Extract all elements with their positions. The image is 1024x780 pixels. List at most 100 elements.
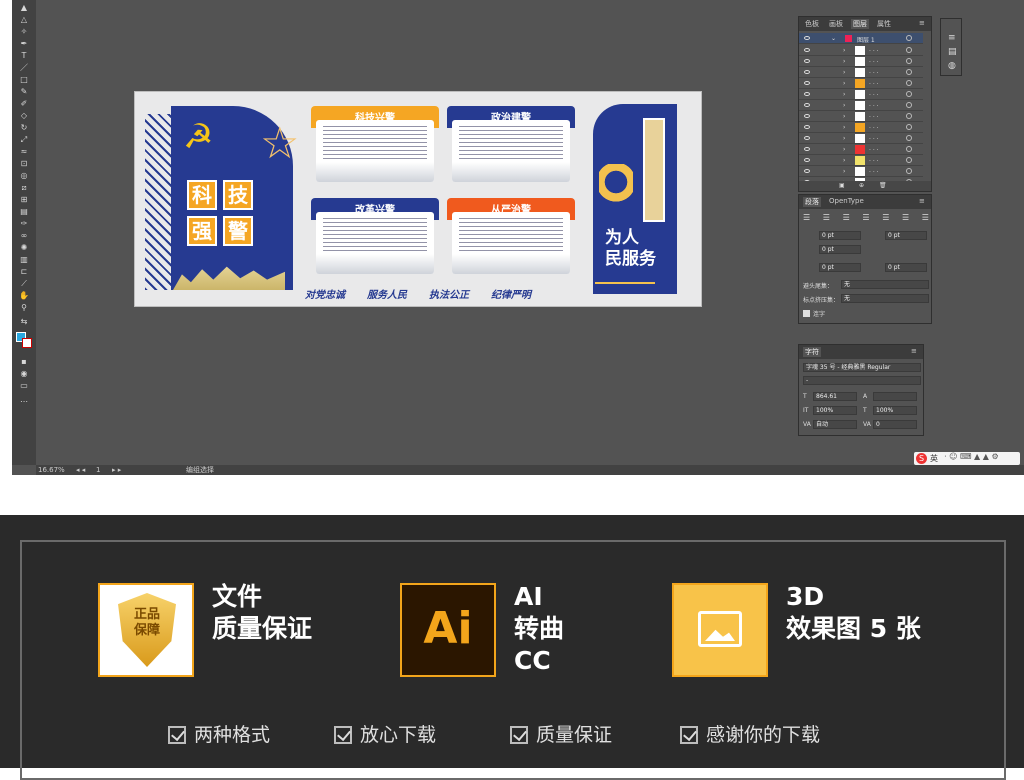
direct-selection-tool-icon[interactable]: △ bbox=[18, 16, 30, 24]
color-mode-icon[interactable]: ▪ bbox=[18, 358, 30, 366]
font-family-select[interactable]: 字魂 35 号 - 经典雅黑 Regular bbox=[803, 363, 921, 372]
eye-icon[interactable] bbox=[804, 36, 810, 40]
target-icon[interactable] bbox=[906, 69, 912, 75]
chevron-right-icon[interactable]: › bbox=[843, 168, 845, 175]
column-graph-tool-icon[interactable]: ▥ bbox=[18, 256, 30, 264]
eye-icon[interactable] bbox=[804, 48, 810, 52]
new-layer-icon[interactable]: ⊕ bbox=[859, 182, 864, 189]
justify-right-icon[interactable]: ☰ bbox=[902, 213, 909, 223]
target-icon[interactable] bbox=[906, 35, 912, 41]
tracking-field[interactable] bbox=[873, 392, 917, 401]
ime-tools-icons[interactable]: ⋅ ☺ ⌨ ▲ ▲ ⚙ bbox=[944, 452, 999, 461]
chevron-right-icon[interactable]: › bbox=[843, 91, 845, 98]
sublayer-row[interactable]: › . . . bbox=[799, 122, 923, 133]
swap-colors-icon[interactable]: ⇆ bbox=[18, 318, 30, 326]
target-icon[interactable] bbox=[906, 135, 912, 141]
target-icon[interactable] bbox=[906, 102, 912, 108]
eye-icon[interactable] bbox=[804, 125, 810, 129]
pen-tool-icon[interactable]: ✒ bbox=[18, 40, 30, 48]
ime-lang[interactable]: 英 bbox=[930, 453, 938, 464]
rectangle-tool-icon[interactable]: □ bbox=[18, 76, 30, 84]
target-icon[interactable] bbox=[906, 157, 912, 163]
eye-icon[interactable] bbox=[804, 147, 810, 151]
first-indent-field[interactable]: 0 pt bbox=[819, 245, 861, 254]
slice-tool-icon[interactable]: ⟋ bbox=[18, 280, 30, 288]
shape-builder-tool-icon[interactable]: ◎ bbox=[18, 172, 30, 180]
mesh-tool-icon[interactable]: ⊞ bbox=[18, 196, 30, 204]
justify-left-icon[interactable]: ☰ bbox=[862, 213, 869, 223]
more-tools-icon[interactable]: ⋯ bbox=[18, 398, 30, 406]
zoom-level[interactable]: 16.67% bbox=[38, 465, 65, 475]
layer-name[interactable]: 图层 1 bbox=[857, 35, 875, 44]
scale-tool-icon[interactable]: ⤢ bbox=[18, 136, 30, 144]
tab-layers[interactable]: 图层 bbox=[851, 19, 869, 29]
brush-tool-icon[interactable]: ✎ bbox=[18, 88, 30, 96]
draw-mode-icon[interactable]: ◉ bbox=[18, 370, 30, 378]
dock-menu-icon[interactable]: ≡ bbox=[948, 33, 956, 43]
sublayer-row[interactable]: › . . . bbox=[799, 89, 923, 100]
hyphenate-checkbox[interactable] bbox=[803, 310, 810, 317]
sublayer-row[interactable]: › . . . bbox=[799, 78, 923, 89]
vscale-field[interactable]: 100% bbox=[813, 406, 857, 415]
artboard-nav-icon[interactable]: ◂ ◂ bbox=[76, 465, 85, 475]
target-icon[interactable] bbox=[906, 58, 912, 64]
font-style-select[interactable]: - bbox=[803, 376, 921, 385]
eyedropper-tool-icon[interactable]: ✑ bbox=[18, 220, 30, 228]
sublayer-row[interactable]: › . . . bbox=[799, 67, 923, 78]
chevron-right-icon[interactable]: › bbox=[843, 102, 845, 109]
tab-paragraph[interactable]: 段落 bbox=[803, 197, 821, 207]
align-left-icon[interactable]: ☰ bbox=[803, 213, 810, 223]
sublayer-row[interactable]: › . . . bbox=[799, 166, 923, 177]
sublayer-row[interactable]: › . . . bbox=[799, 155, 923, 166]
free-transform-tool-icon[interactable]: ⊡ bbox=[18, 160, 30, 168]
target-icon[interactable] bbox=[906, 168, 912, 174]
kinsoku-select[interactable]: 无 bbox=[841, 280, 929, 289]
artboard-tool-icon[interactable]: ⊏ bbox=[18, 268, 30, 276]
chevron-right-icon[interactable]: › bbox=[843, 146, 845, 153]
sublayer-row[interactable]: › . . . bbox=[799, 45, 923, 56]
target-icon[interactable] bbox=[906, 124, 912, 130]
artboard[interactable]: ☭ ☆ 科 技 强 警 科技兴警 政治建警 改革兴警 从严治警 为人 民服务 对… bbox=[134, 91, 702, 307]
sublayer-row[interactable]: › . . . bbox=[799, 100, 923, 111]
tab-properties[interactable]: 属性 bbox=[877, 19, 891, 29]
artboard-nav-next-icon[interactable]: ▸ ▸ bbox=[112, 465, 121, 475]
chevron-right-icon[interactable]: › bbox=[843, 47, 845, 54]
font-size-field[interactable]: 864.61 bbox=[813, 392, 857, 401]
zoom-tool-icon[interactable]: ⚲ bbox=[18, 304, 30, 312]
justify-all-icon[interactable]: ☰ bbox=[922, 213, 929, 223]
chevron-right-icon[interactable]: › bbox=[843, 80, 845, 87]
target-icon[interactable] bbox=[906, 113, 912, 119]
blend-tool-icon[interactable]: ∞ bbox=[18, 232, 30, 240]
delete-layer-icon[interactable]: 🗑 bbox=[879, 182, 887, 189]
hand-tool-icon[interactable]: ✋ bbox=[18, 292, 30, 300]
stroke-color-swatch[interactable] bbox=[22, 338, 32, 348]
eye-icon[interactable] bbox=[804, 59, 810, 63]
tab-opentype[interactable]: OpenType bbox=[829, 197, 864, 205]
eye-icon[interactable] bbox=[804, 158, 810, 162]
chevron-right-icon[interactable]: › bbox=[843, 124, 845, 131]
chevron-right-icon[interactable]: › bbox=[843, 69, 845, 76]
tab-artboards[interactable]: 画板 bbox=[829, 19, 843, 29]
tab-swatches[interactable]: 色板 bbox=[805, 19, 819, 29]
artboard-number[interactable]: 1 bbox=[96, 465, 100, 475]
target-icon[interactable] bbox=[906, 146, 912, 152]
dock-appearance-icon[interactable]: ▤ bbox=[948, 47, 957, 57]
indent-right-field[interactable]: 0 pt bbox=[885, 231, 927, 240]
magic-wand-tool-icon[interactable]: ✧ bbox=[18, 28, 30, 36]
indent-left-field[interactable]: 0 pt bbox=[819, 231, 861, 240]
align-center-icon[interactable]: ☰ bbox=[823, 213, 830, 223]
panel-menu-icon[interactable]: ≡ bbox=[919, 19, 925, 27]
type-tool-icon[interactable]: T bbox=[18, 52, 30, 60]
mojikumi-select[interactable]: 无 bbox=[841, 294, 929, 303]
kerning-field[interactable]: 0 bbox=[873, 420, 917, 429]
chevron-down-icon[interactable]: ⌄ bbox=[831, 35, 836, 42]
perspective-tool-icon[interactable]: ⧄ bbox=[18, 184, 30, 192]
rotate-tool-icon[interactable]: ↻ bbox=[18, 124, 30, 132]
panel-menu-icon[interactable]: ≡ bbox=[911, 347, 917, 355]
justify-center-icon[interactable]: ☰ bbox=[882, 213, 889, 223]
eye-icon[interactable] bbox=[804, 103, 810, 107]
chevron-right-icon[interactable]: › bbox=[843, 113, 845, 120]
sublayer-row[interactable]: › . . . bbox=[799, 144, 923, 155]
eye-icon[interactable] bbox=[804, 70, 810, 74]
width-tool-icon[interactable]: ≈ bbox=[18, 148, 30, 156]
